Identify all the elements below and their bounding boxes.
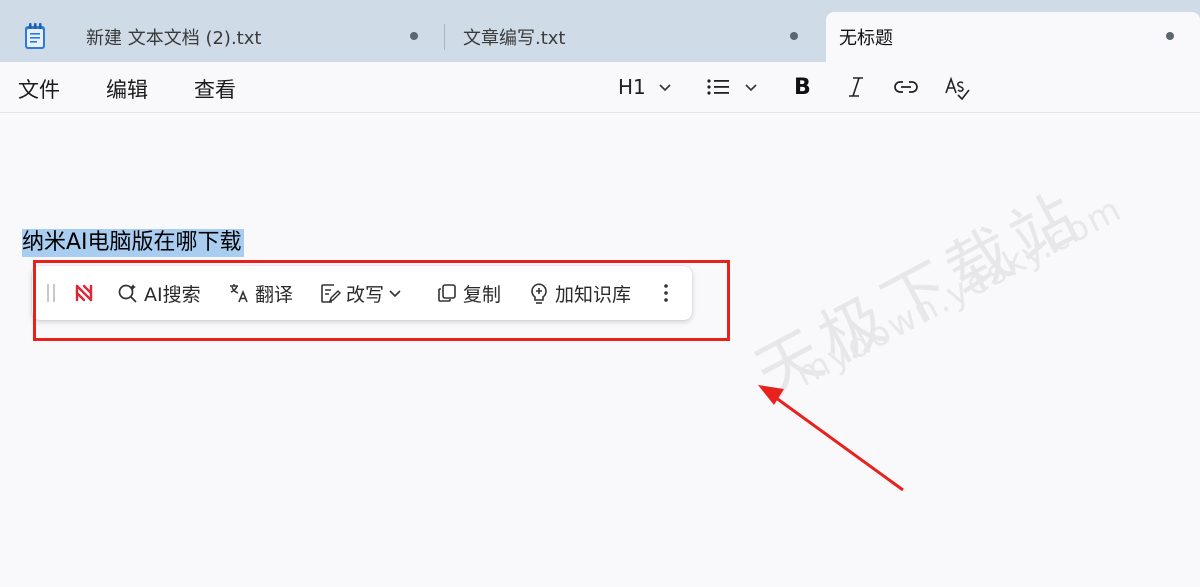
chevron-down-icon xyxy=(745,84,757,92)
link-icon xyxy=(894,81,918,93)
italic-icon xyxy=(849,77,863,97)
tab-new-text-document[interactable]: 新建 文本文档 (2).txt xyxy=(66,12,444,62)
editor-area[interactable]: 天极下载站 mydown.yesky.com 纳米AI电脑版在哪下载 xyxy=(0,113,1200,587)
unsaved-dot-icon[interactable] xyxy=(410,32,418,40)
tab-title: 文章编写.txt xyxy=(463,28,566,49)
menu-view[interactable]: 查看 xyxy=(194,74,236,104)
spellcheck-button[interactable] xyxy=(944,72,970,102)
tab-title: 新建 文本文档 (2).txt xyxy=(86,28,262,49)
italic-button[interactable] xyxy=(846,72,866,102)
annotation-arrow-icon xyxy=(758,385,904,492)
chevron-down-icon xyxy=(659,84,671,92)
selected-text[interactable]: 纳米AI电脑版在哪下载 xyxy=(22,229,244,257)
tab-strip: 新建 文本文档 (2).txt 文章编写.txt 无标题 xyxy=(0,0,1200,62)
spellcheck-icon xyxy=(945,76,970,100)
link-button[interactable] xyxy=(893,72,919,102)
bold-icon: B xyxy=(794,74,811,100)
tab-article-writing[interactable]: 文章编写.txt xyxy=(446,12,824,62)
tab-title: 无标题 xyxy=(839,28,893,49)
tab-divider xyxy=(444,24,445,50)
bold-button[interactable]: B xyxy=(794,72,811,102)
unsaved-dot-icon[interactable] xyxy=(790,32,798,40)
annotation-highlight-box xyxy=(33,260,730,341)
tab-untitled-active[interactable]: 无标题 xyxy=(826,12,1200,62)
bullet-list-icon xyxy=(707,79,729,95)
menu-bar: 文件 编辑 查看 H1 B xyxy=(0,62,1200,113)
menu-file[interactable]: 文件 xyxy=(18,74,60,104)
notepad-app-icon xyxy=(25,23,45,49)
menu-edit[interactable]: 编辑 xyxy=(106,74,148,104)
heading-dropdown[interactable]: H1 xyxy=(618,72,672,102)
unsaved-dot-icon[interactable] xyxy=(1166,32,1174,40)
heading-value: H1 xyxy=(618,75,646,99)
list-dropdown[interactable] xyxy=(706,72,758,102)
